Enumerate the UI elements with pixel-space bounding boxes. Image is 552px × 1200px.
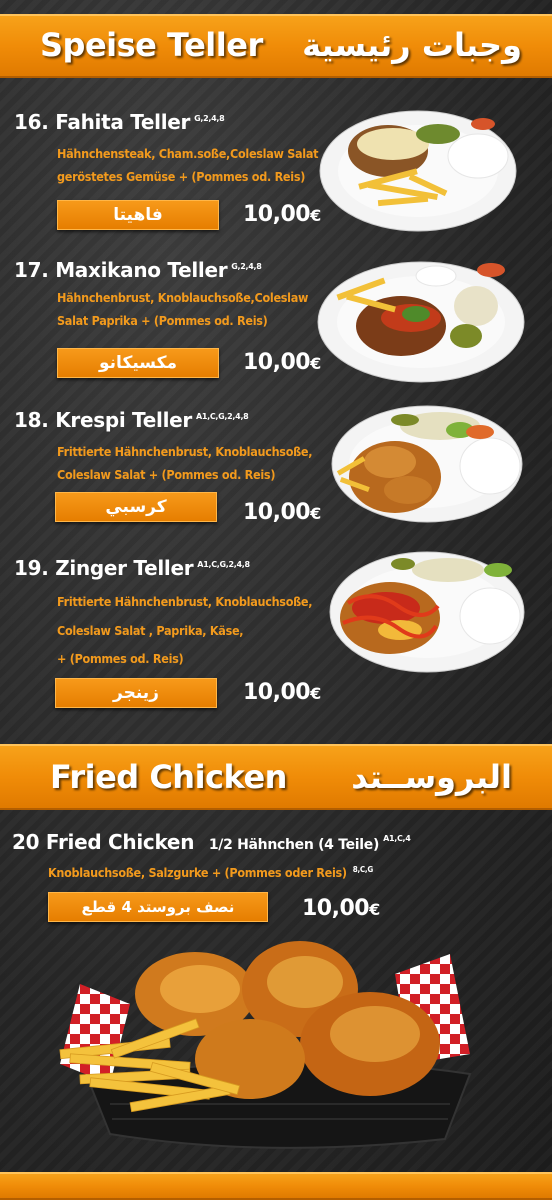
section-header-speise: Speise Teller وجبات رئيسية [0,14,552,78]
section-header-fried: Fried Chicken البروســتد [0,744,552,810]
item-price: 10,00€ [302,896,380,921]
allergen-codes: A1,C,G,2,4,8 [195,412,249,422]
section-title: Fried Chicken [50,758,287,796]
fahita-plate-image [319,110,517,232]
zinger-plate-image [329,551,525,673]
item-title: 16. Fahita Teller G,2,4,8 [14,110,225,134]
item-title: 17. Maxikano Teller G,2,4,8 [14,258,262,282]
item-name-arabic: نصف بروستد 4 قطع [48,892,268,922]
fried-chicken-basket-image [59,941,472,1149]
item-title: 18. Krespi Teller A1,C,G,2,4,8 [14,408,249,432]
allergen-codes-2: 8,C,G [352,865,373,874]
item-title: 19. Zinger Teller A1,C,G,2,4,8 [14,556,250,580]
item-name-arabic: مكسيكانو [57,348,219,378]
item-price: 10,00€ [243,350,321,375]
allergen-codes: G,2,4,8 [194,114,225,124]
maxikano-plate-image [317,261,525,383]
section-title-arabic: البروســتد [351,758,512,796]
section-title: Speise Teller [40,26,263,64]
item-name-arabic: فاهيتا [57,200,219,230]
item-subtitle: 1/2 Hähnchen (4 Teile) [208,837,380,853]
item-description: Knoblauchsoße, Salzgurke + (Pommes oder … [48,865,373,881]
item-description: Hähnchenbrust, Knoblauchsoße,Coleslaw Sa… [57,290,309,328]
item-name-arabic: زينجر [55,678,217,708]
menu-page: Speise Teller وجبات رئيسية 16. Fahita Te… [0,0,552,1200]
item-name-arabic: كرسبي [55,492,217,522]
item-price: 10,00€ [243,680,321,705]
item-price: 10,00€ [243,202,321,227]
item-description: Hähnchensteak, Cham.soße,Coleslaw Salat … [57,146,319,184]
allergen-codes: G,2,4,8 [231,262,262,272]
section-title-arabic: وجبات رئيسية [302,26,522,64]
krespi-plate-image [331,405,523,523]
footer-band [0,1172,552,1200]
item-description: Frittierte Hähnchenbrust, Knoblauchsoße,… [57,594,313,666]
allergen-codes: A1,C,4 [383,834,411,844]
item-price: 10,00€ [243,500,321,525]
item-title: 20 Fried Chicken 1/2 Hähnchen (4 Teile) A… [12,830,411,854]
allergen-codes: A1,C,G,2,4,8 [197,560,250,570]
item-description: Frittierte Hähnchenbrust, Knoblauchsoße,… [57,444,313,482]
